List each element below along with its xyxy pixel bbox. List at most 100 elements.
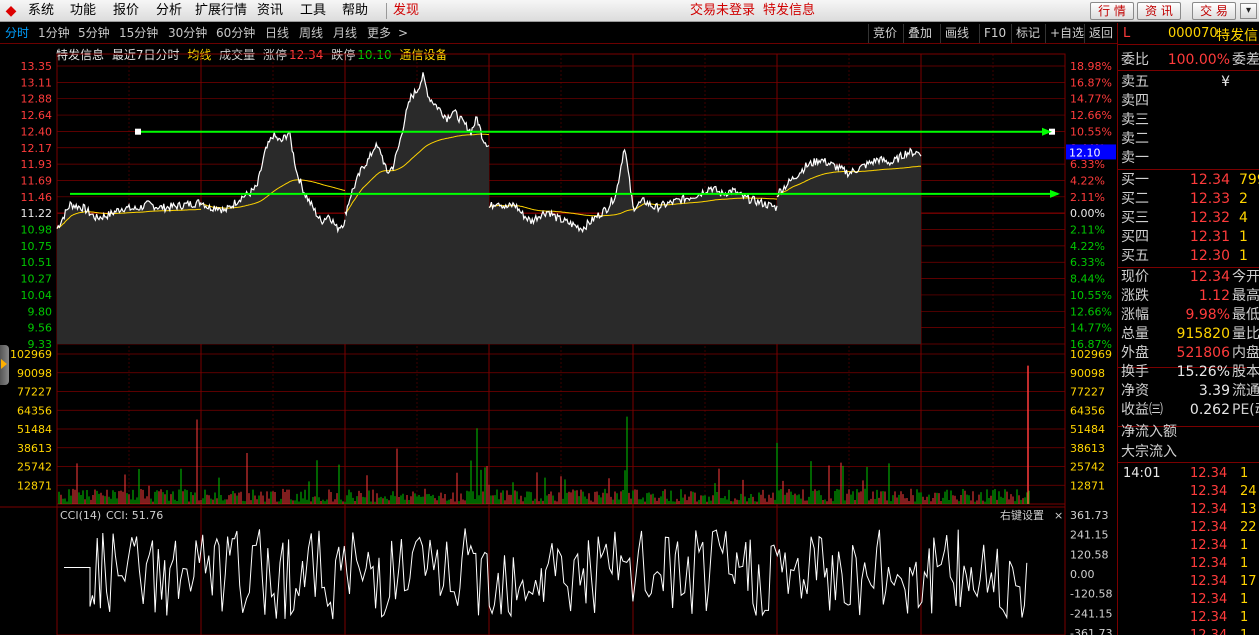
trade-button[interactable]: 交 易: [1192, 2, 1236, 20]
price-tick-label: 11.93: [21, 158, 53, 171]
webi-value: 100.00%: [1167, 52, 1230, 68]
bid-row-1: 买一 12.34 799: [1118, 171, 1259, 189]
price-tick-label: 9.80: [28, 305, 53, 318]
period-weekly[interactable]: 周线: [299, 23, 323, 44]
price-tick-label: 11.22: [21, 207, 53, 220]
separator: [1118, 169, 1259, 170]
menu-extended-quotes[interactable]: 扩展行情: [195, 0, 247, 22]
tool-mark[interactable]: 标记: [1011, 24, 1044, 43]
menu-analysis[interactable]: 分析: [156, 0, 182, 22]
stock-name: 特发信: [1216, 28, 1258, 44]
stat2-row-0: 换手 15.26% 股本: [1118, 363, 1259, 381]
cci-tick-label: 361.73: [1070, 509, 1109, 522]
tick-time: 14:01: [1123, 466, 1161, 481]
menu-tools[interactable]: 工具: [300, 0, 326, 22]
price-tick-label: 12.88: [21, 93, 53, 106]
period-next-arrow-icon[interactable]: >: [398, 23, 408, 44]
period-monthly[interactable]: 月线: [333, 23, 357, 44]
app-logo-icon[interactable]: ◆: [3, 3, 19, 19]
side-panel-toggle[interactable]: [0, 345, 9, 385]
tick-row: 12.34 24: [1118, 483, 1259, 501]
menu-news[interactable]: 资讯: [257, 0, 283, 22]
stat-row-3-extra: 量比: [1232, 326, 1259, 342]
pct-tick-label: 4.22%: [1070, 240, 1105, 253]
stat-row-3-value: 915820: [1176, 326, 1230, 342]
bid-row-2-extra: 2: [1239, 191, 1248, 207]
menu-quote[interactable]: 报价: [113, 0, 139, 22]
cci-settings-label[interactable]: 右键设置: [1000, 508, 1044, 522]
price-tick-label: 10.27: [21, 273, 53, 286]
pct-tick-label: 4.22%: [1070, 174, 1105, 187]
tick-volume: 1: [1240, 610, 1249, 625]
price-tick-label: 10.51: [21, 256, 53, 269]
bid-row-5: 买五 12.30 1: [1118, 247, 1259, 265]
tick-volume: 1: [1240, 466, 1249, 481]
tick-volume: 24: [1240, 484, 1257, 499]
period-intraday[interactable]: 分时: [5, 23, 29, 44]
trade-login-status[interactable]: 交易未登录: [690, 0, 755, 22]
pct-tick-label: 16.87%: [1070, 76, 1112, 89]
tool-back[interactable]: 返回: [1084, 24, 1117, 43]
news-button[interactable]: 资 讯: [1137, 2, 1181, 20]
expand-arrow-icon: [1, 359, 7, 369]
chart-grid: [0, 53, 1066, 635]
tick-row: 14:01 12.34 1: [1118, 465, 1259, 483]
menu-help[interactable]: 帮助: [342, 0, 368, 22]
stat2-row-2: 收益㈢ 0.262PE(动: [1118, 401, 1259, 419]
price-area-day-5: [633, 186, 777, 344]
period-1min[interactable]: 1分钟: [38, 23, 70, 44]
bid-row-1-value: 12.34: [1189, 172, 1230, 188]
stat-row-4-label: 外盘: [1121, 345, 1149, 361]
volume-tick-label: 90098: [17, 367, 52, 380]
webi-label: 委比: [1121, 52, 1149, 68]
stat-row-1-extra: 最高: [1232, 288, 1259, 304]
period-5min[interactable]: 5分钟: [78, 23, 110, 44]
stat-row-4-value: 521806: [1176, 345, 1230, 361]
volume-tick-label-right: 102969: [1070, 348, 1112, 361]
bid-row-4-extra: 1: [1239, 229, 1248, 245]
tool-auction[interactable]: 竞价: [868, 24, 901, 43]
cci-close-icon[interactable]: ×: [1054, 509, 1063, 522]
tool-f10[interactable]: F10: [979, 24, 1010, 43]
tick-volume: 1: [1240, 556, 1249, 571]
net-inflow-label: 净流入额: [1121, 424, 1177, 440]
period-15min[interactable]: 15分钟: [119, 23, 158, 44]
volume-tick-label: 38613: [17, 442, 52, 455]
tick-volume: 13: [1240, 502, 1257, 517]
tick-volume: 17: [1240, 574, 1257, 589]
l-indicator: L: [1123, 26, 1131, 41]
cci-line: [64, 528, 1028, 620]
tick-price: 12.34: [1190, 484, 1228, 499]
bid-row-4-value: 12.31: [1189, 229, 1230, 245]
menu-discover[interactable]: 发现: [393, 0, 419, 22]
tool-draw-line[interactable]: 画线: [940, 24, 973, 43]
pct-tick-label: 12.66%: [1070, 109, 1112, 122]
tick-price: 12.34: [1190, 556, 1228, 571]
menu-function[interactable]: 功能: [70, 0, 96, 22]
tool-add-favorite[interactable]: +自选: [1045, 24, 1088, 43]
period-60min[interactable]: 60分钟: [216, 23, 255, 44]
tick-row: 12.34 17: [1118, 573, 1259, 591]
volume-tick-label: 51484: [17, 423, 52, 436]
tick-price: 12.34: [1190, 610, 1228, 625]
price-tick-label: 10.75: [21, 240, 53, 253]
period-daily[interactable]: 日线: [265, 23, 289, 44]
tool-overlay[interactable]: 叠加: [903, 24, 936, 43]
period-30min[interactable]: 30分钟: [168, 23, 207, 44]
quotes-button[interactable]: 行 情: [1090, 2, 1134, 20]
stat-row-4-extra: 内盘: [1232, 345, 1259, 361]
stat-row-0: 现价 12.34 今开: [1118, 268, 1259, 286]
tick-price: 12.34: [1190, 627, 1227, 635]
quote-header: L 000070 特发信: [1118, 23, 1259, 45]
ask-row-5-label: 卖五: [1121, 74, 1149, 90]
stat-row-4: 外盘 521806 内盘: [1118, 344, 1259, 362]
separator: [1118, 70, 1259, 71]
intraday-chart[interactable]: 13.35 13.11 12.88 12.64 12.40 12.17 11.93 11.69…: [0, 44, 1117, 635]
window-control-icon[interactable]: ▾: [1240, 3, 1257, 19]
pct-axis-right: 18.98% 16.87% 14.77% 12.66% 10.55% 8.44% 6.33%…: [1066, 60, 1116, 635]
period-more[interactable]: 更多: [367, 23, 391, 44]
tick-row: 12.34 1: [1118, 537, 1259, 555]
menu-system[interactable]: 系统: [28, 0, 54, 22]
tick-volume: 1: [1240, 627, 1248, 635]
stat-row-1: 涨跌 1.12 最高: [1118, 287, 1259, 305]
